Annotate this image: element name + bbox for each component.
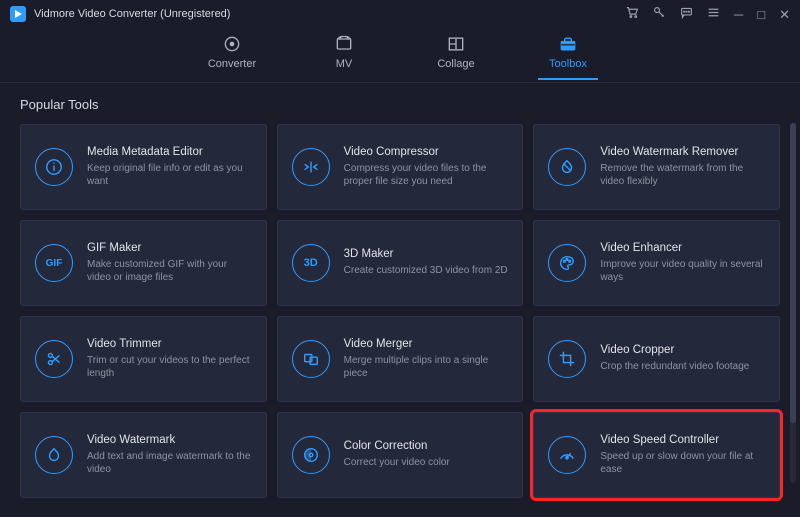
- tool-color-correction[interactable]: Color Correction Correct your video colo…: [277, 412, 524, 498]
- menu-icon[interactable]: [707, 6, 720, 22]
- nav-converter[interactable]: Converter: [202, 34, 262, 80]
- nav-toolbox[interactable]: Toolbox: [538, 34, 598, 80]
- scissors-icon: [35, 340, 73, 378]
- maximize-button[interactable]: □: [757, 8, 765, 21]
- main-nav: Converter MV Collage Toolbox: [0, 28, 800, 82]
- watermark-remove-icon: [548, 148, 586, 186]
- tool-desc: Remove the watermark from the video flex…: [600, 162, 765, 189]
- tool-video-enhancer[interactable]: Video Enhancer Improve your video qualit…: [533, 220, 780, 306]
- tool-desc: Make customized GIF with your video or i…: [87, 258, 252, 285]
- tool-video-cropper[interactable]: Video Cropper Crop the redundant video f…: [533, 316, 780, 402]
- nav-label: Converter: [208, 58, 256, 70]
- gif-icon: GIF: [35, 244, 73, 282]
- tool-desc: Trim or cut your videos to the perfect l…: [87, 354, 252, 381]
- 3d-icon: 3D: [292, 244, 330, 282]
- tool-video-watermark[interactable]: Video Watermark Add text and image water…: [20, 412, 267, 498]
- tool-title: Video Cropper: [600, 344, 765, 356]
- tool-desc: Add text and image watermark to the vide…: [87, 450, 252, 477]
- tool-title: Video Compressor: [344, 146, 509, 158]
- tool-title: Color Correction: [344, 440, 509, 452]
- tool-title: Video Trimmer: [87, 338, 252, 350]
- compress-icon: [292, 148, 330, 186]
- tool-media-metadata-editor[interactable]: Media Metadata Editor Keep original file…: [20, 124, 267, 210]
- close-button[interactable]: ✕: [779, 8, 790, 21]
- titlebar: Vidmore Video Converter (Unregistered) ─…: [0, 0, 800, 28]
- tool-title: Video Merger: [344, 338, 509, 350]
- tool-desc: Create customized 3D video from 2D: [344, 264, 509, 278]
- nav-collage[interactable]: Collage: [426, 34, 486, 80]
- tool-desc: Speed up or slow down your file at ease: [600, 450, 765, 477]
- nav-label: Toolbox: [549, 58, 587, 70]
- tool-title: Video Enhancer: [600, 242, 765, 254]
- app-logo: [10, 6, 26, 22]
- key-icon[interactable]: [653, 6, 666, 22]
- tool-video-watermark-remover[interactable]: Video Watermark Remover Remove the water…: [533, 124, 780, 210]
- nav-mv[interactable]: MV: [314, 34, 374, 80]
- cart-icon[interactable]: [626, 6, 639, 22]
- tool-video-merger[interactable]: Video Merger Merge multiple clips into a…: [277, 316, 524, 402]
- tool-desc: Merge multiple clips into a single piece: [344, 354, 509, 381]
- tool-video-compressor[interactable]: Video Compressor Compress your video fil…: [277, 124, 524, 210]
- tool-title: Video Watermark Remover: [600, 146, 765, 158]
- tool-desc: Crop the redundant video footage: [600, 360, 765, 374]
- merge-icon: [292, 340, 330, 378]
- content-area: Popular Tools Media Metadata Editor Keep…: [0, 83, 800, 517]
- tool-video-trimmer[interactable]: Video Trimmer Trim or cut your videos to…: [20, 316, 267, 402]
- tool-desc: Improve your video quality in several wa…: [600, 258, 765, 285]
- tool-gif-maker[interactable]: GIF GIF Maker Make customized GIF with y…: [20, 220, 267, 306]
- color-icon: [292, 436, 330, 474]
- scrollbar-thumb[interactable]: [790, 123, 796, 423]
- crop-icon: [548, 340, 586, 378]
- info-icon: [35, 148, 73, 186]
- tool-title: 3D Maker: [344, 248, 509, 260]
- tools-grid: Media Metadata Editor Keep original file…: [20, 124, 780, 498]
- tool-title: Media Metadata Editor: [87, 146, 252, 158]
- tool-desc: Correct your video color: [344, 456, 509, 470]
- tool-title: Video Watermark: [87, 434, 252, 446]
- section-title: Popular Tools: [20, 97, 780, 112]
- nav-label: Collage: [437, 58, 474, 70]
- drop-icon: [35, 436, 73, 474]
- tool-3d-maker[interactable]: 3D 3D Maker Create customized 3D video f…: [277, 220, 524, 306]
- tool-title: GIF Maker: [87, 242, 252, 254]
- feedback-icon[interactable]: [680, 6, 693, 22]
- scrollbar[interactable]: [790, 123, 796, 483]
- tool-title: Video Speed Controller: [600, 434, 765, 446]
- tool-video-speed-controller[interactable]: Video Speed Controller Speed up or slow …: [533, 412, 780, 498]
- tool-desc: Compress your video files to the proper …: [344, 162, 509, 189]
- speed-icon: [548, 436, 586, 474]
- nav-label: MV: [336, 58, 353, 70]
- app-title: Vidmore Video Converter (Unregistered): [34, 8, 230, 20]
- palette-icon: [548, 244, 586, 282]
- tool-desc: Keep original file info or edit as you w…: [87, 162, 252, 189]
- minimize-button[interactable]: ─: [734, 8, 743, 21]
